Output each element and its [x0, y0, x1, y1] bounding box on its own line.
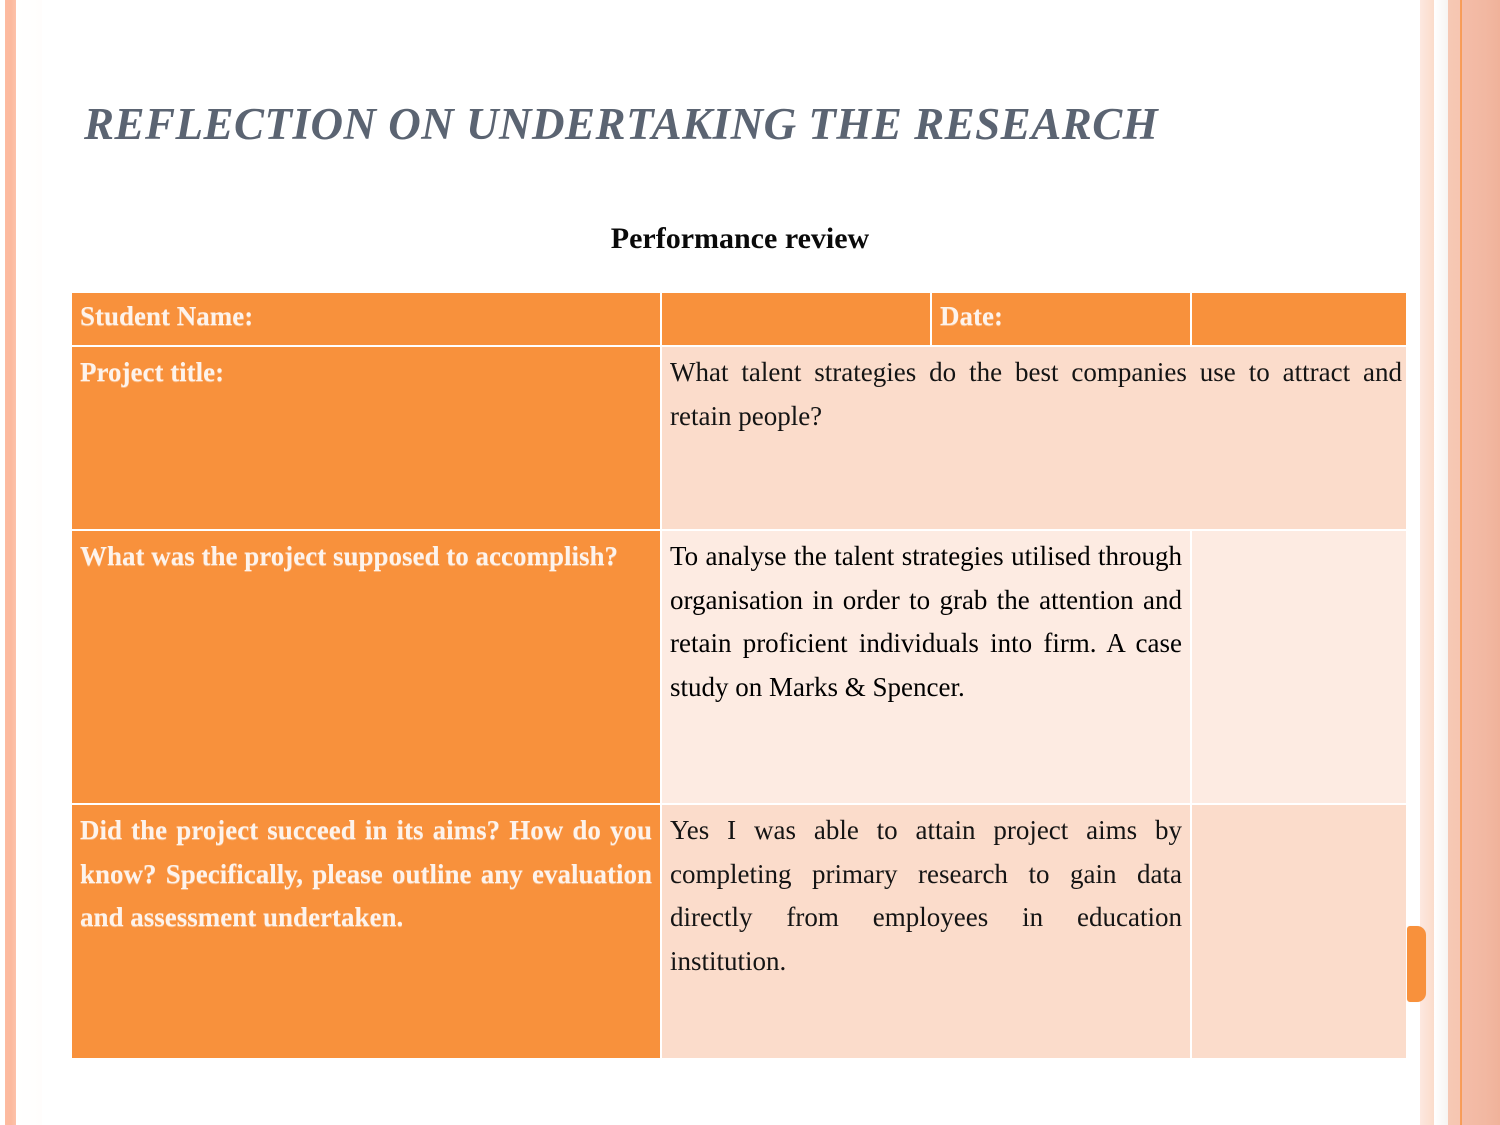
cell-project-title-answer[interactable]: What talent strategies do the best compa…: [660, 345, 1412, 531]
page-indicator-nub[interactable]: [1407, 926, 1426, 1002]
table-row: Did the project succeed in its aims? How…: [70, 803, 1412, 1058]
cell-date-value[interactable]: [1190, 291, 1412, 347]
table-row: Project title: What talent strategies do…: [70, 345, 1412, 531]
cell-project-aim-label: What was the project supposed to accompl…: [70, 529, 662, 805]
cell-project-success-answer[interactable]: Yes I was able to attain project aims by…: [660, 803, 1192, 1058]
cell-student-name-label: Student Name:: [70, 291, 662, 347]
right-edge-light-strip: [1434, 0, 1448, 1125]
table-row: What was the project supposed to accompl…: [70, 529, 1412, 805]
cell-project-aim-answer[interactable]: To analyse the talent strategies utilise…: [660, 529, 1192, 805]
slide-canvas: REFLECTION ON UNDERTAKING THE RESEARCH P…: [0, 0, 1500, 1125]
cell-project-success-label: Did the project succeed in its aims? How…: [70, 803, 662, 1058]
cell-student-name-value[interactable]: [660, 291, 932, 347]
cell-date-label: Date:: [930, 291, 1192, 347]
table-row: Student Name: Date:: [70, 291, 1412, 347]
cell-project-title-label: Project title:: [70, 345, 662, 531]
cell-project-success-extra[interactable]: [1190, 803, 1412, 1058]
table-clip-region: Student Name: Date: Project title: What …: [0, 0, 1500, 1058]
cell-project-aim-extra[interactable]: [1190, 529, 1412, 805]
right-edge-accent-band: [1448, 0, 1500, 1125]
performance-review-table: Student Name: Date: Project title: What …: [70, 291, 1412, 1058]
